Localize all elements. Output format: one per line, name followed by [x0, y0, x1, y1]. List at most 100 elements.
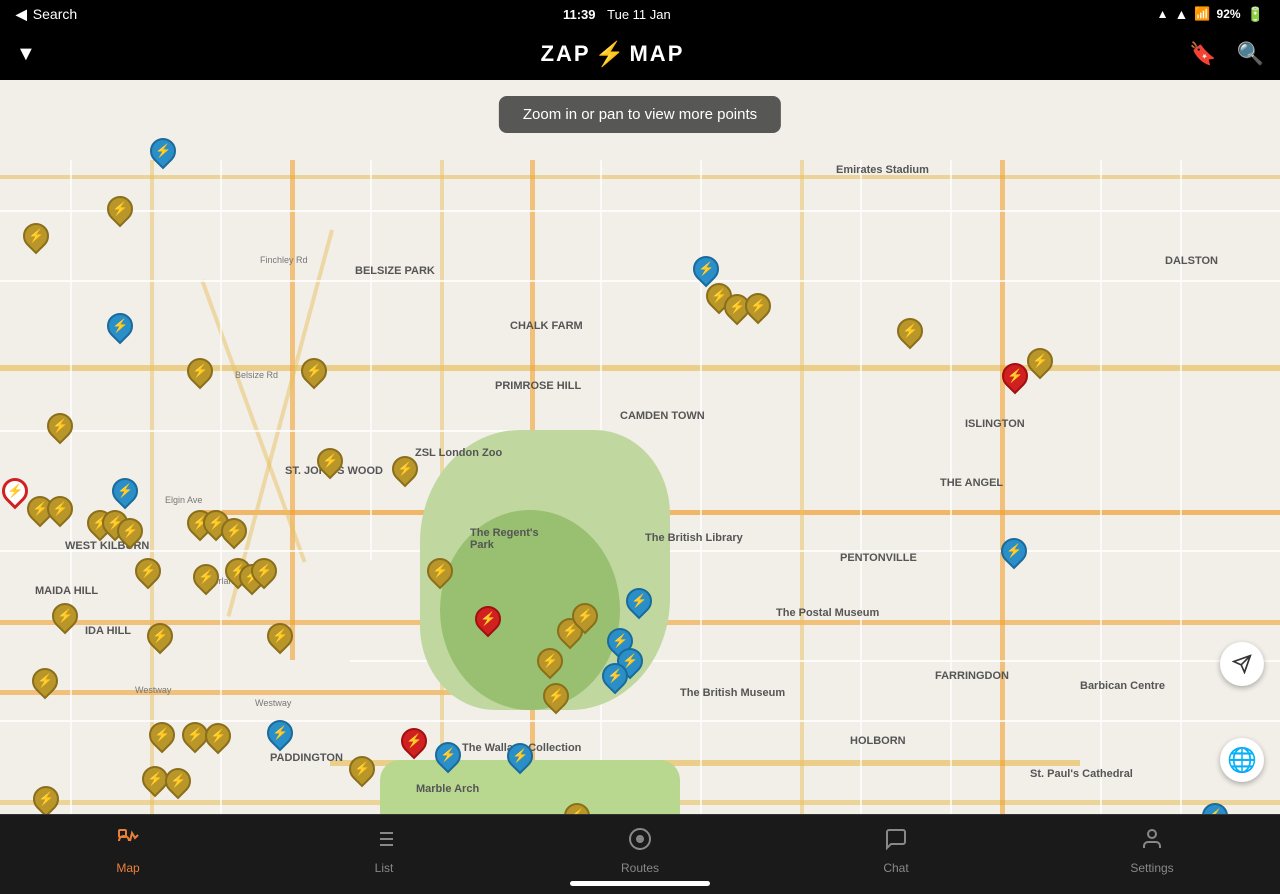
charger-marker-gold-1[interactable]: ⚡ — [107, 196, 133, 228]
charger-marker-gold-7[interactable]: ⚡ — [392, 456, 418, 488]
charger-marker-gold-28[interactable]: ⚡ — [267, 623, 293, 655]
charger-marker-blue-2[interactable]: ⚡ — [107, 313, 133, 345]
charger-marker-blue-marble2[interactable]: ⚡ — [507, 743, 533, 775]
road-label-westway: Westway — [135, 685, 171, 695]
routes-tab-icon — [628, 827, 652, 857]
map-label-holborn: HOLBORN — [850, 735, 906, 747]
map-zoom-notification: Zoom in or pan to view more points — [499, 96, 781, 133]
charger-marker-gold-20[interactable]: ⚡ — [221, 518, 247, 550]
app-logo: ZAP ⚡ MAP — [541, 40, 685, 69]
battery-icon: 🔋 — [1247, 6, 1264, 23]
home-indicator — [570, 881, 710, 886]
map-label-emirates: Emirates Stadium — [836, 164, 929, 176]
map-label-angel: THE ANGEL — [940, 477, 1003, 489]
charger-marker-gold-27[interactable]: ⚡ — [147, 623, 173, 655]
tab-chat[interactable]: Chat — [768, 823, 1024, 879]
status-left: ◀ Search — [16, 6, 77, 23]
map-label-regents: The Regent'sPark — [470, 527, 539, 551]
charger-marker-gold-6[interactable]: ⚡ — [317, 448, 343, 480]
road-label-elgin: Elgin Ave — [165, 495, 202, 505]
charger-marker-red-2[interactable]: ⚡ — [475, 606, 501, 638]
map-label-camden: CAMDEN TOWN — [620, 410, 705, 422]
logo-map: MAP — [629, 41, 684, 67]
charger-marker-gold-34[interactable]: ⚡ — [149, 722, 175, 754]
back-label[interactable]: Search — [33, 6, 77, 22]
map-tab-icon — [116, 827, 140, 857]
charger-marker-red-3[interactable]: ⚡ — [401, 728, 427, 760]
charger-marker-gold-36[interactable]: ⚡ — [205, 723, 231, 755]
logo-lightning: ⚡ — [595, 40, 626, 69]
list-tab-label: List — [375, 861, 394, 875]
tab-routes[interactable]: Routes — [512, 823, 768, 879]
charger-marker-gold-31[interactable]: ⚡ — [537, 648, 563, 680]
charger-marker-gold-26[interactable]: ⚡ — [52, 603, 78, 635]
tab-settings[interactable]: Settings — [1024, 823, 1280, 879]
chat-tab-label: Chat — [883, 861, 908, 875]
charger-marker-blue-5[interactable]: ⚡ — [1001, 538, 1027, 570]
charger-marker-gold-40[interactable]: ⚡ — [349, 756, 375, 788]
nav-left: ▼ — [16, 43, 36, 66]
search-icon[interactable]: 🔍 — [1237, 41, 1264, 67]
charger-marker-red-1[interactable]: ⚡ — [1002, 363, 1028, 395]
charger-marker-gold-32[interactable]: ⚡ — [543, 683, 569, 715]
road-label-finchley: Finchley Rd — [260, 255, 308, 265]
charger-marker-gold-12[interactable]: ⚡ — [1027, 348, 1053, 380]
road-label-belsize: Belsize Rd — [235, 370, 278, 380]
filter-icon[interactable]: ▼ — [16, 43, 36, 66]
status-center: 11:39 Tue 11 Jan — [563, 7, 671, 22]
signal-bars: 📶 — [1194, 6, 1210, 22]
map-label-st-pauls: St. Paul's Cathedral — [1030, 768, 1133, 780]
tab-map[interactable]: Map — [0, 823, 256, 879]
map-label-belsize: BELSIZE PARK — [355, 265, 435, 277]
charger-marker-gold-33[interactable]: ⚡ — [32, 668, 58, 700]
signal-arrow: ▲ — [1157, 7, 1169, 21]
charger-marker-blue-paddington[interactable]: ⚡ — [267, 720, 293, 752]
nav-bar: ▼ ZAP ⚡ MAP 🔖 🔍 — [0, 28, 1280, 80]
map-label-paddington: PADDINGTON — [270, 752, 343, 764]
charger-marker-gold-4[interactable]: ⚡ — [301, 358, 327, 390]
settings-tab-icon — [1140, 827, 1164, 857]
charger-marker-gold-38[interactable]: ⚡ — [165, 768, 191, 800]
charger-marker-gold-24[interactable]: ⚡ — [251, 558, 277, 590]
charger-marker-gold-25[interactable]: ⚡ — [135, 558, 161, 590]
charger-marker-blue-marble[interactable]: ⚡ — [435, 742, 461, 774]
back-arrow: ◀ — [16, 6, 27, 23]
charger-marker-gold-30[interactable]: ⚡ — [572, 603, 598, 635]
chat-tab-icon — [884, 827, 908, 857]
charger-marker-gold-11[interactable]: ⚡ — [897, 318, 923, 350]
charger-marker-gold-14[interactable]: ⚡ — [47, 496, 73, 528]
status-right: ▲ ▲ 📶 92% 🔋 — [1157, 6, 1264, 23]
map-label-chalk: CHALK FARM — [510, 320, 583, 332]
charger-marker-gold-21[interactable]: ⚡ — [193, 564, 219, 596]
map-label-primrose: PRIMROSE HILL — [495, 380, 581, 392]
map-label-maida-hill: MAIDA HILL — [35, 585, 98, 597]
charger-marker-blue-4[interactable]: ⚡ — [112, 478, 138, 510]
charger-marker-gold-regents[interactable]: ⚡ — [427, 558, 453, 590]
map-container[interactable]: BELSIZE PARK CHALK FARM PRIMROSE HILL CA… — [0, 80, 1280, 834]
charger-marker-gold-3[interactable]: ⚡ — [187, 358, 213, 390]
charger-marker-blue-9[interactable]: ⚡ — [602, 663, 628, 695]
map-label-ida-hill: IDA HILL — [85, 625, 131, 637]
road-label-westway2: Westway — [255, 698, 291, 708]
charger-marker-blue-6[interactable]: ⚡ — [626, 588, 652, 620]
charger-marker-gold-17[interactable]: ⚡ — [117, 518, 143, 550]
wifi-icon: ▲ — [1174, 6, 1188, 22]
bookmark-icon[interactable]: 🔖 — [1189, 41, 1216, 67]
location-button[interactable] — [1220, 642, 1264, 686]
map-background: BELSIZE PARK CHALK FARM PRIMROSE HILL CA… — [0, 80, 1280, 834]
charger-marker-gold-5[interactable]: ⚡ — [47, 413, 73, 445]
charger-marker-gold-10[interactable]: ⚡ — [745, 293, 771, 325]
charger-marker-blue-1[interactable]: ⚡ — [150, 138, 176, 170]
list-tab-icon — [372, 827, 396, 857]
battery-level: 92% — [1217, 7, 1241, 21]
settings-tab-label: Settings — [1130, 861, 1173, 875]
map-label-british-museum: The British Museum — [680, 687, 785, 699]
map-label-marble-arch: Marble Arch — [416, 783, 479, 795]
time: 11:39 — [563, 7, 596, 22]
date: Tue 11 Jan — [607, 7, 671, 22]
tab-list[interactable]: List — [256, 823, 512, 879]
charger-marker-gold-2[interactable]: ⚡ — [23, 223, 49, 255]
map-label-dalston: DALSTON — [1165, 255, 1218, 267]
globe-button[interactable]: 🌐 — [1220, 738, 1264, 782]
charger-marker-red-outline-1[interactable]: ⚡ — [2, 478, 28, 510]
